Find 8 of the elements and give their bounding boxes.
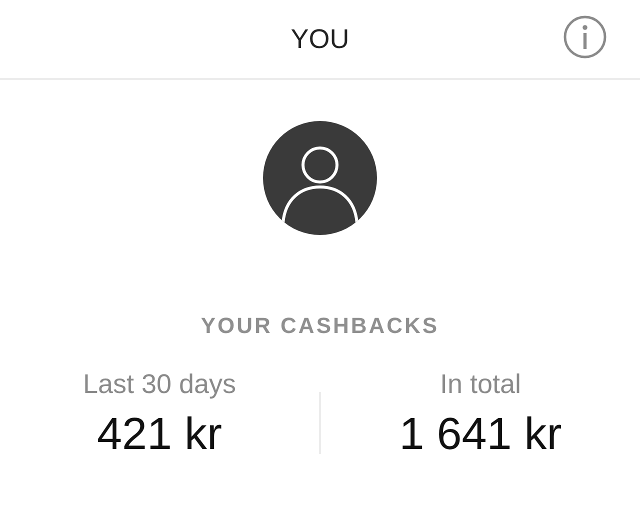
info-icon[interactable] — [563, 15, 607, 59]
stat-value: 1 641 kr — [399, 408, 562, 460]
stat-label: In total — [440, 369, 522, 400]
stat-label: Last 30 days — [82, 369, 236, 400]
stat-value: 421 kr — [96, 408, 222, 460]
avatar-icon — [263, 121, 377, 235]
page-title: YOU — [290, 24, 350, 54]
section-heading: YOUR CASHBACKS — [200, 313, 440, 339]
